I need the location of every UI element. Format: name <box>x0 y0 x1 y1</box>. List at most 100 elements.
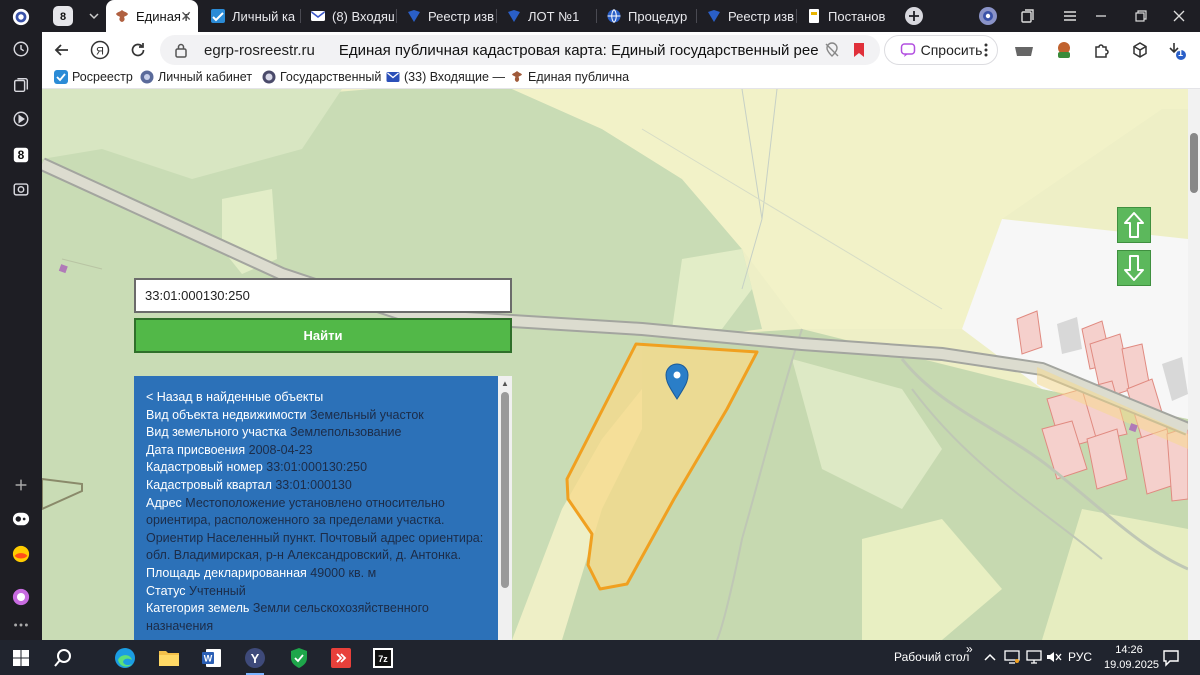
word-taskbar-button[interactable]: W <box>197 644 227 672</box>
counter-badge-label: 8 <box>17 148 25 162</box>
tab-2[interactable]: (8) Входящ <box>302 0 394 32</box>
market-icon[interactable] <box>8 541 34 567</box>
clock-date: 19.09.2025 <box>1104 659 1160 671</box>
downloads-button[interactable]: 1 <box>1166 40 1186 60</box>
search-taskbar-button[interactable] <box>48 644 78 672</box>
more-dots-icon[interactable] <box>8 612 34 638</box>
start-button[interactable] <box>6 644 36 672</box>
play-icon[interactable] <box>8 106 34 132</box>
tab-7[interactable]: Постанов <box>798 0 894 32</box>
counter-badge-icon[interactable]: 8 <box>8 142 34 168</box>
url-host: egrp-rosreestr.ru <box>204 41 315 59</box>
yandex-browser-taskbar-button[interactable]: Y <box>240 644 270 675</box>
tab-3[interactable]: Реестр изв <box>398 0 494 32</box>
edge-icon <box>115 648 135 668</box>
extension-2-button[interactable] <box>1054 40 1074 60</box>
cadastral-map[interactable]: Найти < Назад в найденные объекты Вид об… <box>42 89 1188 640</box>
tab-group-badge[interactable]: 8 <box>46 0 80 32</box>
address-bar[interactable]: egrp-rosreestr.ru Единая публичная кадас… <box>160 35 880 65</box>
alice-icon[interactable] <box>8 506 34 532</box>
restore-button[interactable] <box>1126 0 1152 32</box>
tab-6[interactable]: Реестр изв <box>698 0 794 32</box>
minimize-button[interactable] <box>1086 0 1112 32</box>
tab-4[interactable]: ЛОТ №1 <box>498 0 594 32</box>
anydesk-taskbar-button[interactable] <box>326 644 356 672</box>
location-blocked-icon[interactable] <box>824 42 840 58</box>
7zip-taskbar-button[interactable]: 7z <box>368 644 398 672</box>
tab-separator <box>696 9 697 23</box>
close-icon <box>1173 10 1185 22</box>
speaker-muted-icon[interactable] <box>1046 650 1062 664</box>
puzzle-icon <box>1095 44 1109 58</box>
toolbar-chevron[interactable]: » <box>966 642 973 656</box>
edge-taskbar-button[interactable] <box>110 644 140 672</box>
tab-0[interactable]: Единая г ✕ <box>106 0 198 32</box>
close-window-button[interactable] <box>1164 0 1190 32</box>
back-button[interactable] <box>52 40 72 60</box>
network-icon[interactable] <box>1026 650 1042 664</box>
search-icon <box>54 649 71 667</box>
restore-window-icon <box>1135 10 1147 22</box>
hamburger-menu-icon <box>1064 11 1076 21</box>
tab-5[interactable]: Процедур <box>598 0 694 32</box>
add-panel-icon[interactable] <box>8 472 34 498</box>
svg-text:8: 8 <box>60 11 66 23</box>
tab-separator <box>796 9 797 23</box>
cadastral-search-input[interactable] <box>134 278 512 313</box>
svg-text:W: W <box>204 654 213 664</box>
bookmark-lk[interactable]: Личный кабинет <box>140 70 252 84</box>
more-vertical-icon <box>984 43 988 57</box>
bookmark-gos[interactable]: Государственный <box>262 70 381 84</box>
yandex-menu-icon[interactable] <box>8 4 34 30</box>
scroll-map-down-button[interactable] <box>1117 250 1151 286</box>
bookmark-cadastral-map[interactable]: Единая публична <box>510 70 629 84</box>
globe-icon <box>140 70 154 84</box>
info-panel-scrollbar[interactable]: ▲ <box>498 376 512 640</box>
profile-button[interactable] <box>974 0 1000 32</box>
page-menu-button[interactable] <box>976 40 996 60</box>
info-row: Площадь декларированная 49000 кв. м <box>146 565 377 580</box>
messenger-icon[interactable] <box>8 584 34 610</box>
scroll-map-up-button[interactable] <box>1117 207 1151 243</box>
back-to-results-link[interactable]: < Назад в найденные объекты <box>146 389 486 407</box>
scroll-up-icon[interactable]: ▲ <box>501 379 509 388</box>
browser-menu-button[interactable] <box>1054 0 1080 32</box>
tab-collections-button[interactable] <box>1012 0 1038 32</box>
desktop-toolbar-label[interactable]: Рабочий стол <box>894 650 969 664</box>
windows-logo-icon <box>13 650 29 666</box>
tab-separator <box>396 9 397 23</box>
tab-list-chevron[interactable] <box>80 0 104 32</box>
chevron-up-icon[interactable] <box>984 652 996 662</box>
search-button[interactable]: Найти <box>134 318 512 353</box>
explorer-taskbar-button[interactable] <box>154 644 184 672</box>
security-taskbar-button[interactable] <box>284 644 314 672</box>
globe-icon <box>607 9 621 23</box>
close-tab-icon[interactable]: ✕ <box>180 8 192 25</box>
page-scrollbar[interactable] <box>1188 89 1200 640</box>
tab-label: Реестр изв <box>728 8 794 24</box>
extension-1-button[interactable] <box>1014 40 1034 60</box>
yandex-home-button[interactable]: Я <box>90 40 110 60</box>
page-scrollbar-thumb[interactable] <box>1190 133 1198 193</box>
new-tab-button[interactable] <box>900 0 928 32</box>
bookmark-rosreestr[interactable]: Росреестр <box>54 70 133 84</box>
scrollbar-thumb[interactable] <box>501 392 509 588</box>
display-icon[interactable] <box>1004 650 1020 664</box>
tab-1[interactable]: Личный ка <box>202 0 298 32</box>
extension-tray-icon <box>1015 47 1033 56</box>
plus-icon <box>905 7 923 25</box>
bookmark-icon[interactable] <box>852 42 866 58</box>
notifications-icon[interactable] <box>1162 649 1180 667</box>
screenshot-icon[interactable] <box>8 176 34 202</box>
language-indicator[interactable]: РУС <box>1068 650 1092 664</box>
bookmark-mail[interactable]: (33) Входящие — <box>386 70 505 84</box>
gosuslugi-icon <box>211 9 225 23</box>
extensions-button[interactable] <box>1092 40 1112 60</box>
collections-button[interactable] <box>1130 40 1150 60</box>
history-icon[interactable] <box>8 36 34 62</box>
collections-icon[interactable] <box>8 72 34 98</box>
tab-strip: 8 Единая г ✕ Личный ка (8) Входящ Реестр… <box>42 0 1200 32</box>
reload-button[interactable] <box>128 40 148 60</box>
tab-separator <box>496 9 497 23</box>
clock[interactable]: 14:26 19.09.2025 <box>1104 643 1160 673</box>
